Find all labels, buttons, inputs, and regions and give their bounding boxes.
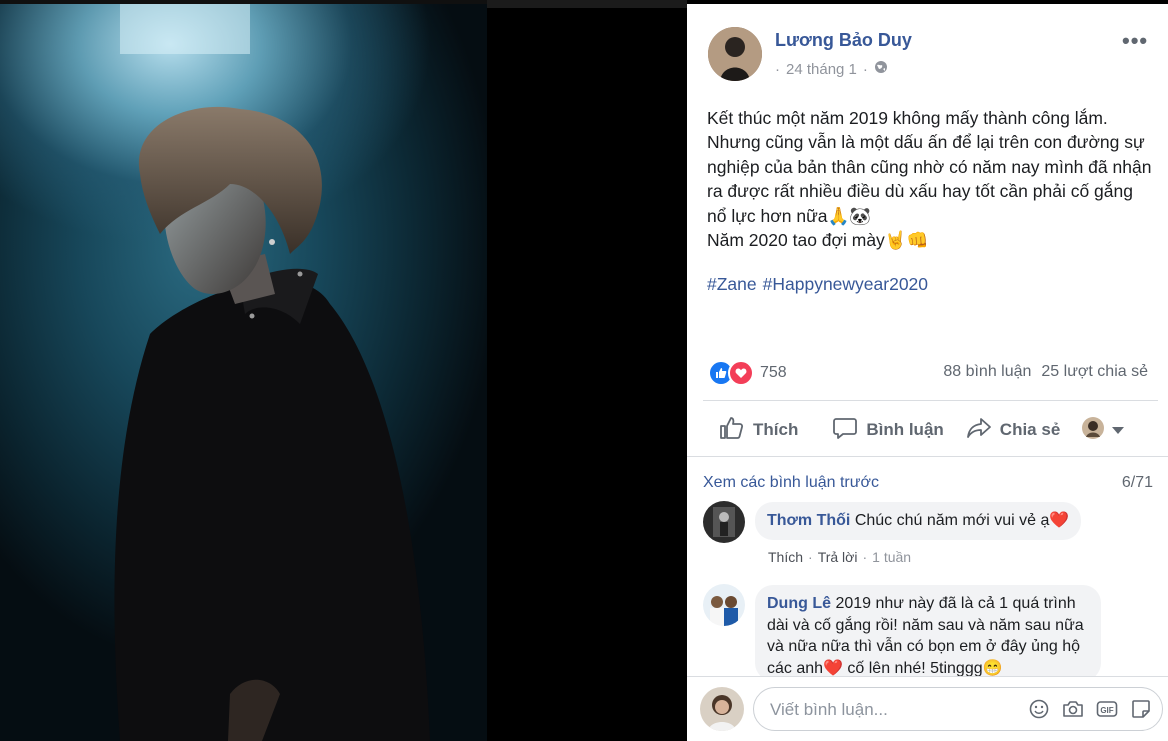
photo-figure <box>114 4 430 741</box>
like-label: Thích <box>753 420 799 439</box>
hashtag-link[interactable]: #Zane <box>707 274 757 295</box>
thumbs-up-icon <box>719 416 745 445</box>
commenter-avatar[interactable] <box>703 501 745 543</box>
selector-avatar <box>1082 416 1105 444</box>
hashtags: #Zane #Happynewyear2020 <box>707 274 928 295</box>
commenter-avatar[interactable] <box>703 584 745 626</box>
comment-input-placeholder: Viết bình luận... <box>770 700 888 719</box>
photo-top-strip <box>487 0 687 8</box>
share-button[interactable]: Chia sẻ <box>966 416 1060 445</box>
love-reaction-icon <box>728 360 754 386</box>
sticker-icon[interactable] <box>1130 698 1152 720</box>
engagement-counts: 88 bình luận 25 lượt chia sẻ <box>943 363 1148 381</box>
comment-pager: 6/71 <box>1121 474 1153 491</box>
action-bar: Thích Bình luận Chia sẻ <box>703 408 1153 452</box>
comment-label: Bình luận <box>866 420 944 439</box>
globe-icon[interactable] <box>874 60 888 78</box>
page-selector[interactable] <box>1082 416 1125 444</box>
post-date[interactable]: 24 tháng 1 <box>786 61 857 78</box>
share-icon <box>966 416 992 445</box>
post-meta: · 24 tháng 1 · <box>775 60 888 78</box>
comment-bubble: Dung Lê 2019 như này đã là cả 1 quá trìn… <box>755 585 1101 681</box>
comment-meta: Thích · Trả lời · 1 tuần <box>768 549 911 565</box>
comment-text: Chúc chú năm mới vui vẻ ạ❤️ <box>854 512 1070 529</box>
meta-separator-2: · <box>862 60 868 78</box>
comment-bubble: Thơm Thối Chúc chú năm mới vui vẻ ạ❤️ <box>755 502 1082 540</box>
meta-separator: · <box>775 60 780 78</box>
comment-time[interactable]: 1 tuần <box>872 549 911 565</box>
author-name[interactable]: Lương Bảo Duy <box>775 30 912 51</box>
emoji-icon[interactable] <box>1028 698 1050 720</box>
composer-icons: GIF <box>1028 698 1152 720</box>
author-avatar[interactable] <box>708 27 762 81</box>
comment-icon <box>832 416 858 445</box>
current-user-avatar[interactable] <box>700 687 744 731</box>
gif-icon[interactable]: GIF <box>1096 698 1118 720</box>
comment-button[interactable]: Bình luận <box>832 416 944 445</box>
view-previous-comments[interactable]: Xem các bình luận trước <box>703 474 879 492</box>
photo-viewer <box>0 0 687 741</box>
meta-dot: · <box>808 549 813 565</box>
reactions-summary[interactable]: 758 <box>708 360 787 386</box>
caret-down-icon <box>1112 420 1125 440</box>
more-options-button[interactable]: ••• <box>1122 28 1148 54</box>
reaction-count: 758 <box>760 364 787 381</box>
comment-count[interactable]: 88 bình luận <box>943 363 1031 381</box>
hashtag-link[interactable]: #Happynewyear2020 <box>763 274 928 295</box>
comment-input[interactable]: Viết bình luận... GIF <box>753 687 1163 731</box>
share-label: Chia sẻ <box>999 420 1061 439</box>
comment-like-link[interactable]: Thích <box>768 549 803 565</box>
camera-icon[interactable] <box>1062 698 1084 720</box>
svg-text:GIF: GIF <box>1100 706 1113 715</box>
comment-reply-link[interactable]: Trả lời <box>818 549 858 565</box>
post-text: Kết thúc một năm 2019 không mấy thành cô… <box>707 108 1152 251</box>
divider <box>687 456 1168 457</box>
share-count[interactable]: 25 lượt chia sẻ <box>1041 363 1148 381</box>
post-side-panel: Lương Bảo Duy · 24 tháng 1 · ••• Kết thú… <box>687 4 1168 741</box>
like-button[interactable]: Thích <box>719 416 798 445</box>
comment-author[interactable]: Dung Lê <box>767 595 831 612</box>
comment-author[interactable]: Thơm Thối <box>767 512 850 529</box>
meta-dot: · <box>862 549 868 565</box>
post-photo[interactable] <box>0 4 487 741</box>
avatar-image <box>708 27 762 81</box>
divider <box>703 400 1158 401</box>
